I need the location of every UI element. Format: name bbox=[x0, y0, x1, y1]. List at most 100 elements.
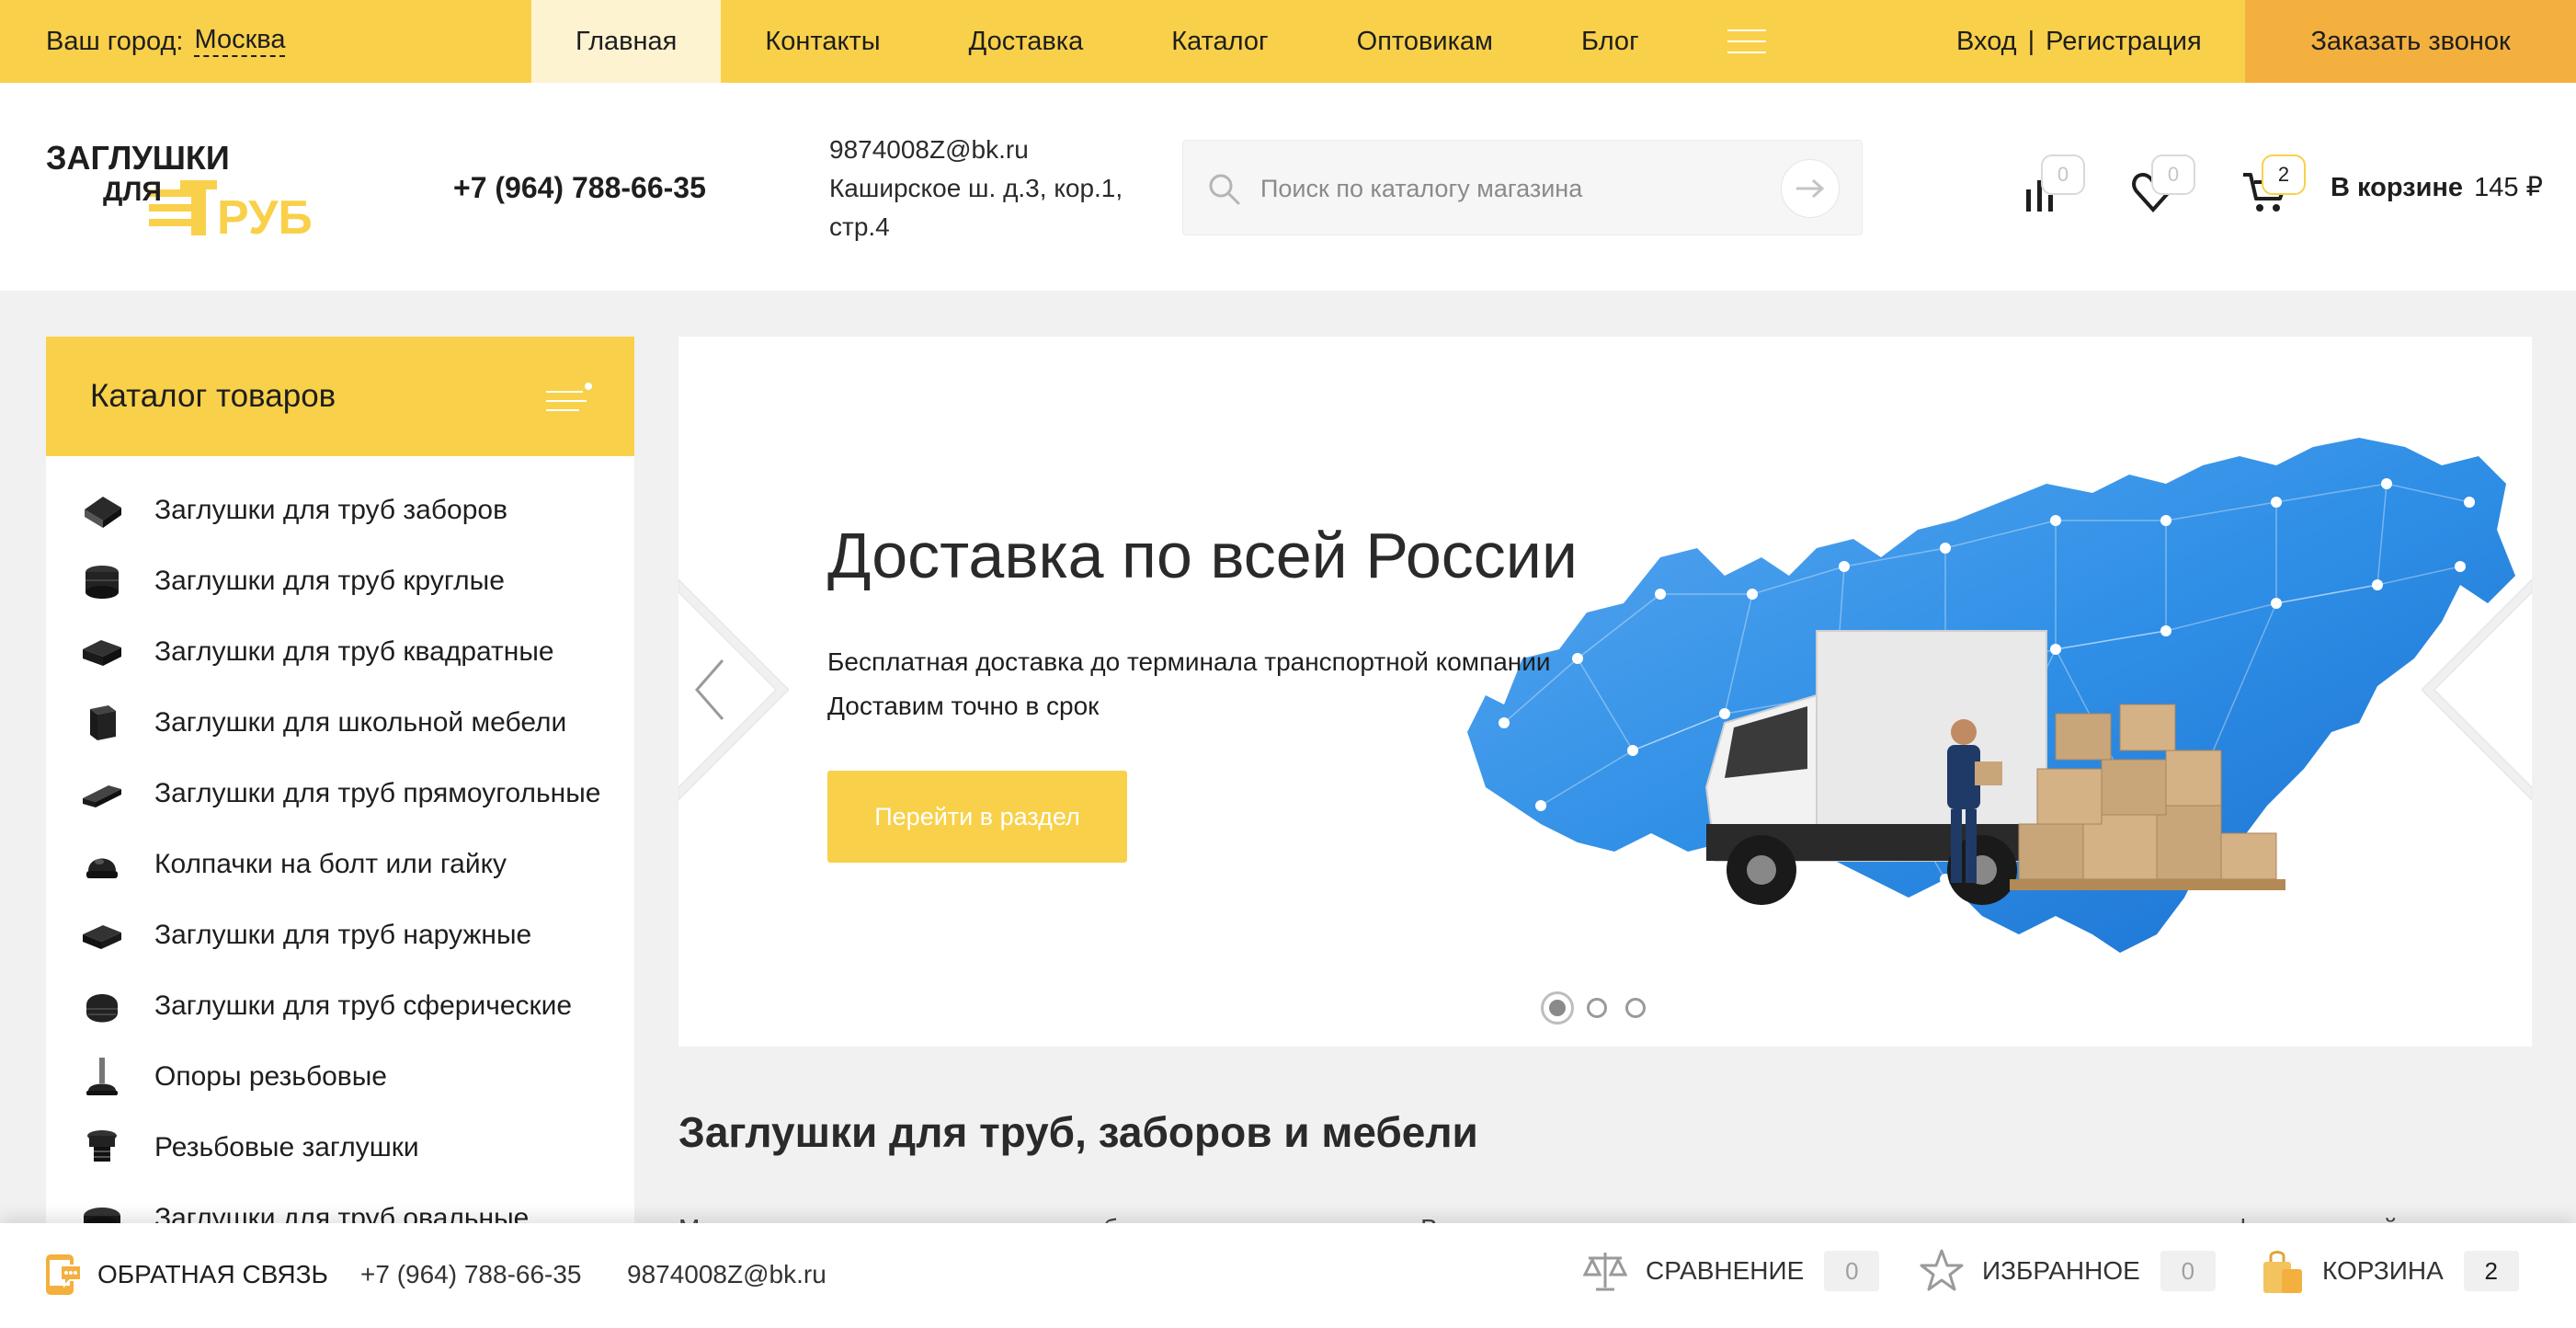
catalog-item-round-caps[interactable]: Заглушки для труб круглые bbox=[46, 545, 634, 616]
header-phone[interactable]: +7 (964) 788-66-35 bbox=[453, 171, 706, 205]
feedback-label: ОБРАТНАЯ СВЯЗЬ bbox=[97, 1260, 328, 1288]
catalog-header[interactable]: Каталог товаров bbox=[46, 337, 634, 456]
slider-dot-1[interactable] bbox=[1541, 991, 1574, 1025]
feedback-phone-icon bbox=[46, 1254, 82, 1295]
catalog-item-threaded-supports[interactable]: Опоры резьбовые bbox=[46, 1041, 634, 1112]
compare-count-badge: 0 bbox=[2041, 155, 2085, 195]
slider-prev-arrow-icon[interactable] bbox=[678, 579, 789, 800]
bottom-toolbar: ОБРАТНАЯ СВЯЗЬ +7 (964) 788-66-35 987400… bbox=[0, 1223, 2576, 1328]
threaded-support-icon bbox=[86, 1057, 118, 1095]
furniture-cap-icon bbox=[90, 704, 116, 740]
catalog-item-label: Опоры резьбовые bbox=[154, 1060, 387, 1092]
header-address-line2: стр.4 bbox=[829, 212, 890, 241]
slider-pagination bbox=[1541, 991, 1664, 1025]
search-box bbox=[1182, 140, 1863, 235]
auth-links: Вход | Регистрация bbox=[1956, 0, 2202, 83]
slider-dot-2[interactable] bbox=[1587, 998, 1607, 1018]
hamburger-icon bbox=[1727, 29, 1766, 53]
header-address-line1: Каширское ш. д.3, кор.1, bbox=[829, 174, 1123, 202]
basket-sum: 145 ₽ bbox=[2474, 173, 2543, 202]
catalog-item-rectangular-caps[interactable]: Заглушки для труб прямоугольные bbox=[46, 758, 634, 829]
catalog-item-threaded-caps[interactable]: Резьбовые заглушки bbox=[46, 1112, 634, 1183]
round-cap-icon bbox=[85, 565, 119, 599]
logo-text-2: ДЛЯ bbox=[103, 177, 162, 207]
logo-text-1: ЗАГЛУШКИ bbox=[46, 140, 230, 177]
compare-label: СРАВНЕНИЕ bbox=[1646, 1256, 1805, 1285]
section-title: Заглушки для труб, заборов и мебели bbox=[678, 1108, 1478, 1156]
login-link[interactable]: Вход bbox=[1956, 27, 2017, 57]
compare-bottom-count: 0 bbox=[1824, 1251, 1880, 1291]
header-contacts: 9874008Z@bk.ru Каширское ш. д.3, кор.1, … bbox=[829, 131, 1142, 246]
nav-delivery[interactable]: Доставка bbox=[925, 0, 1128, 83]
more-menu-button[interactable] bbox=[1683, 0, 1810, 83]
square-cap-icon bbox=[83, 639, 121, 666]
bolt-cap-icon bbox=[86, 858, 118, 878]
shopping-bag-icon bbox=[2263, 1251, 2302, 1293]
nav-blog[interactable]: Блог bbox=[1537, 0, 1683, 83]
catalog-item-spherical-caps[interactable]: Заглушки для труб сферические bbox=[46, 970, 634, 1041]
favorites-label: ИЗБРАННОЕ bbox=[1982, 1256, 2140, 1285]
register-link[interactable]: Регистрация bbox=[2046, 27, 2202, 57]
feedback-button[interactable]: ОБРАТНАЯ СВЯЗЬ bbox=[42, 1253, 328, 1297]
catalog-item-school-furniture[interactable]: Заглушки для школьной мебели bbox=[46, 687, 634, 758]
city-value-link[interactable]: Москва bbox=[194, 25, 286, 57]
catalog-item-label: Заглушки для труб заборов bbox=[154, 494, 508, 525]
catalog-item-label: Заглушки для труб прямоугольные bbox=[154, 777, 601, 808]
order-call-button[interactable]: Заказать звонок bbox=[2245, 0, 2576, 83]
catalog-item-outer-caps[interactable]: Заглушки для труб наружные bbox=[46, 899, 634, 970]
catalog-item-label: Заглушки для труб наружные bbox=[154, 919, 532, 950]
russia-map-illustration bbox=[1467, 438, 2515, 953]
nav-wholesale[interactable]: Оптовикам bbox=[1313, 0, 1537, 83]
catalog-item-label: Колпачки на болт или гайку bbox=[154, 848, 507, 879]
city-label: Ваш город: bbox=[46, 26, 184, 56]
basket-summary[interactable]: В корзине 145 ₽ bbox=[2331, 171, 2543, 203]
compare-button[interactable]: СРАВНЕНИЕ 0 bbox=[1583, 1247, 1880, 1295]
arrow-right-icon bbox=[1796, 178, 1825, 199]
cart-bottom-count: 2 bbox=[2463, 1251, 2519, 1291]
city-selector: Ваш город: Москва bbox=[46, 0, 286, 83]
catalog-item-square-caps[interactable]: Заглушки для труб квадратные bbox=[46, 616, 634, 687]
catalog-item-bolt-caps[interactable]: Колпачки на болт или гайку bbox=[46, 829, 634, 899]
search-submit-button[interactable] bbox=[1781, 159, 1840, 218]
top-bar: Ваш город: Москва Главная Контакты Доста… bbox=[0, 0, 2576, 83]
star-icon bbox=[1920, 1249, 1964, 1291]
favorites-button[interactable]: ИЗБРАННОЕ 0 bbox=[1920, 1247, 2216, 1295]
catalog-item-fence-caps[interactable]: Заглушки для труб заборов bbox=[46, 475, 634, 545]
slide-description: Бесплатная доставка до терминала транспо… bbox=[827, 640, 1551, 728]
nav-catalog[interactable]: Каталог bbox=[1127, 0, 1312, 83]
search-icon bbox=[1209, 174, 1240, 205]
fence-cap-icon bbox=[85, 496, 121, 528]
scales-icon bbox=[1583, 1253, 1627, 1291]
catalog-item-label: Резьбовые заглушки bbox=[154, 1131, 419, 1162]
site-logo[interactable]: ЗАГЛУШКИ ДЛЯ РУБ bbox=[46, 140, 340, 241]
rectangular-cap-icon bbox=[83, 784, 121, 807]
top-navigation: Главная Контакты Доставка Каталог Оптови… bbox=[531, 0, 1810, 83]
favorites-bottom-count: 0 bbox=[2160, 1251, 2216, 1291]
header: ЗАГЛУШКИ ДЛЯ РУБ +7 (964) 788-66-35 9874… bbox=[0, 83, 2576, 291]
cart-label: КОРЗИНА bbox=[2322, 1256, 2444, 1285]
catalog-item-label: Заглушки для труб квадратные bbox=[154, 635, 554, 667]
spherical-cap-icon bbox=[86, 993, 118, 1022]
bottom-email[interactable]: 9874008Z@bk.ru bbox=[627, 1260, 826, 1289]
slider-dot-3[interactable] bbox=[1625, 998, 1646, 1018]
catalog-item-label: Заглушки для труб круглые bbox=[154, 565, 505, 596]
catalog-list: Заглушки для труб заборов Заглушки для т… bbox=[46, 456, 634, 1254]
favorites-count-badge: 0 bbox=[2151, 155, 2195, 195]
nav-contacts[interactable]: Контакты bbox=[721, 0, 924, 83]
catalog-title: Каталог товаров bbox=[90, 378, 336, 414]
threaded-cap-icon bbox=[87, 1129, 117, 1162]
list-menu-icon bbox=[546, 383, 592, 411]
header-email[interactable]: 9874008Z@bk.ru bbox=[829, 131, 1142, 169]
slider-next-arrow-icon[interactable] bbox=[2422, 579, 2532, 800]
search-input[interactable] bbox=[1260, 163, 1757, 214]
cart-button[interactable]: КОРЗИНА 2 bbox=[2260, 1247, 2519, 1295]
go-to-section-button[interactable]: Перейти в раздел bbox=[827, 771, 1127, 863]
slide-text-line2: Доставим точно в срок bbox=[827, 692, 1100, 720]
bottom-phone[interactable]: +7 (964) 788-66-35 bbox=[360, 1260, 582, 1289]
nav-home[interactable]: Главная bbox=[531, 0, 722, 83]
auth-separator: | bbox=[2027, 26, 2035, 56]
slide-title: Доставка по всей России bbox=[827, 520, 1578, 591]
catalog-item-label: Заглушки для школьной мебели bbox=[154, 706, 567, 738]
cart-count-badge: 2 bbox=[2262, 155, 2306, 195]
slide-text-line1: Бесплатная доставка до терминала транспо… bbox=[827, 647, 1551, 676]
